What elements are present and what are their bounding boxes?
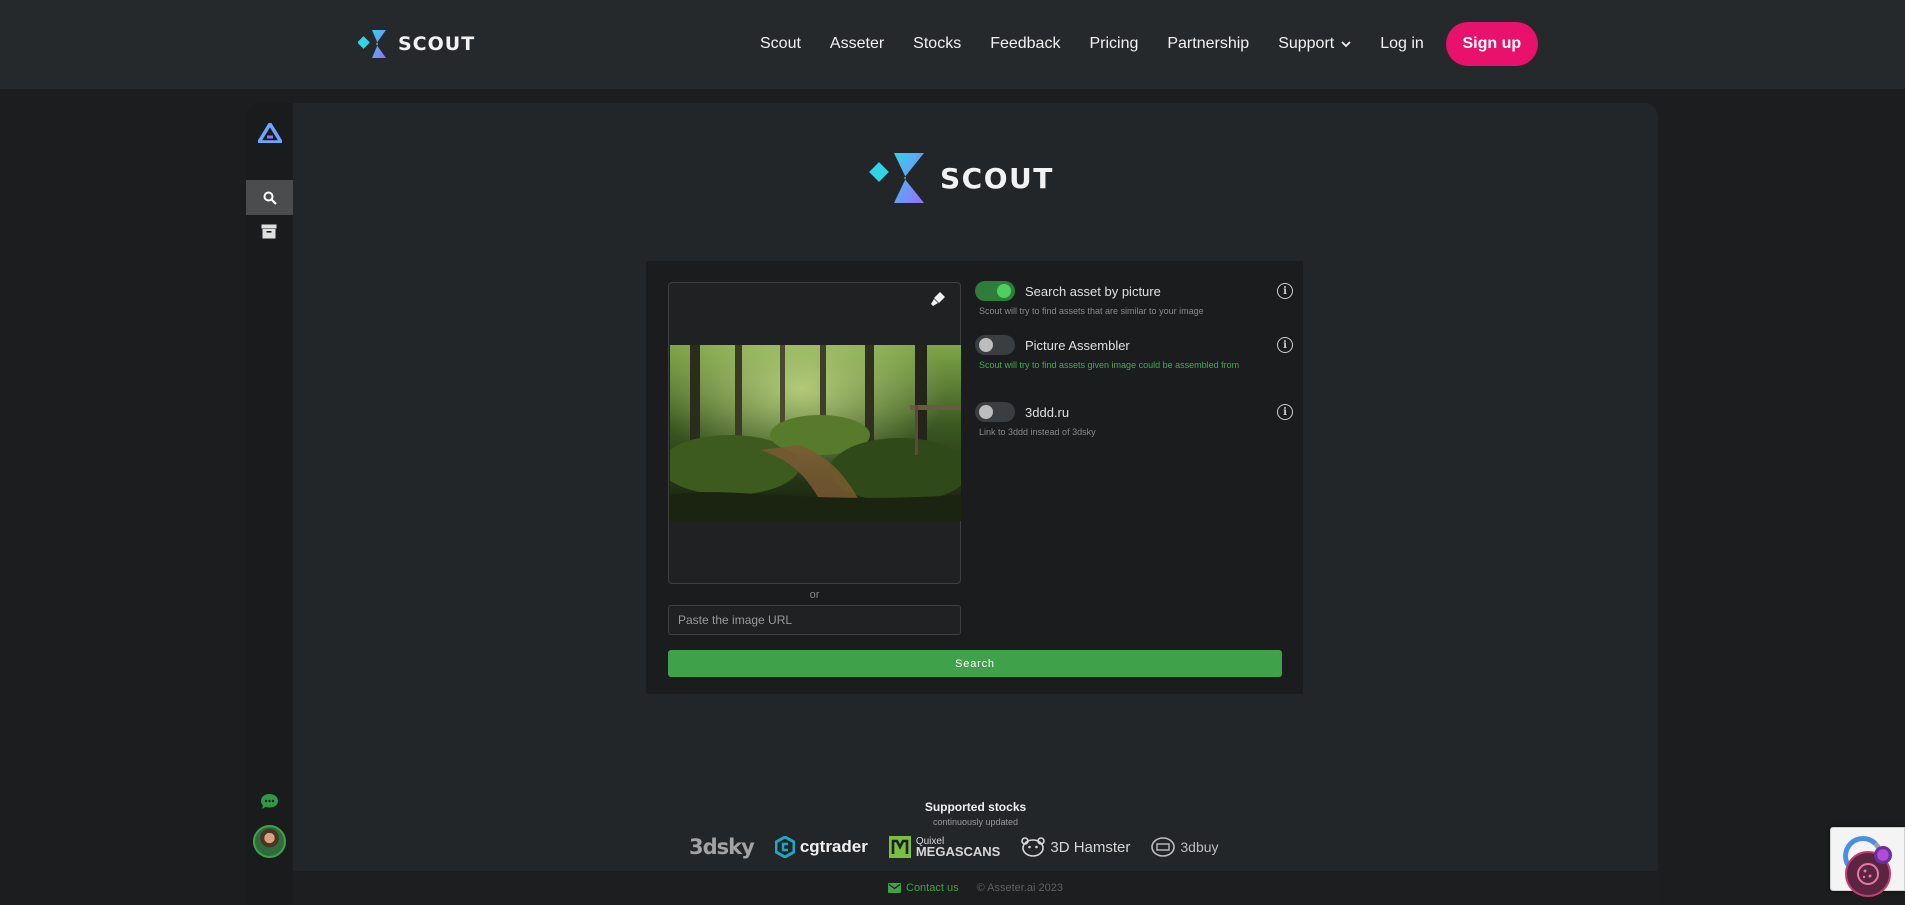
hero-brand-name: SCOUT: [940, 161, 1054, 195]
main-nav: Scout Asseter Stocks Feedback Pricing Pa…: [760, 22, 1538, 66]
sidebar-item-chat[interactable]: [260, 793, 279, 815]
app-frame: SCOUT or Paste the image URL Search Sear…: [246, 103, 1658, 905]
nav-support[interactable]: Support: [1278, 35, 1351, 53]
sidebar-item-search[interactable]: [246, 180, 293, 215]
sidebar: [246, 103, 293, 905]
search-card: or Search Search asset by picture Scout …: [646, 261, 1303, 694]
signup-button[interactable]: Sign up: [1445, 22, 1538, 66]
nav-feedback[interactable]: Feedback: [990, 35, 1060, 53]
stock-name: 3D Hamster: [1050, 838, 1131, 856]
info-icon[interactable]: i: [1277, 404, 1293, 420]
search-button[interactable]: Search: [668, 650, 1282, 677]
3dbuy-icon: [1151, 837, 1176, 857]
contact-label: Contact us: [906, 882, 959, 894]
contact-link[interactable]: Contact us: [888, 882, 959, 894]
nav-login[interactable]: Log in: [1380, 35, 1424, 53]
footer: Contact us © Asseter.ai 2023: [293, 871, 1658, 905]
nav-pricing[interactable]: Pricing: [1089, 35, 1138, 53]
brain-icon: [1874, 846, 1892, 864]
stock-name: 3dsky: [689, 835, 755, 859]
supported-title: Supported stocks: [924, 800, 1027, 814]
brush-icon: [931, 292, 945, 306]
search-icon: [263, 191, 277, 205]
stock-name-bottom: MEGASCANS: [915, 844, 1001, 859]
option-description: Link to 3ddd instead of 3dsky: [979, 427, 1096, 437]
main-content: SCOUT or Paste the image URL Search Sear…: [293, 103, 1658, 905]
info-icon[interactable]: i: [1277, 337, 1293, 353]
scout-logo-icon: [358, 30, 386, 58]
scout-logo-icon: [869, 153, 924, 203]
nav-support-label: Support: [1278, 35, 1335, 52]
nav-partnership[interactable]: Partnership: [1167, 35, 1249, 53]
clear-image-button[interactable]: [930, 291, 946, 312]
cgtrader-icon: [774, 836, 795, 858]
toggle-picture-assembler[interactable]: [975, 335, 1015, 355]
hero-logo: SCOUT: [868, 149, 1054, 207]
megascans-icon: [888, 836, 911, 858]
nav-asseter[interactable]: Asseter: [830, 35, 884, 53]
brand-logo[interactable]: SCOUT: [358, 28, 475, 60]
or-divider: or: [809, 589, 820, 601]
chat-icon: [261, 794, 278, 809]
stock-megascans[interactable]: Quixel MEGASCANS: [888, 836, 1001, 859]
option-description: Scout will try to find assets given imag…: [979, 360, 1240, 370]
mail-icon: [888, 883, 901, 893]
option-description: Scout will try to find assets that are s…: [979, 306, 1204, 316]
toggle-3ddd[interactable]: [975, 402, 1015, 422]
stock-logos: 3dsky cgtrader Quixel MEGASCANS 3D Hamst…: [689, 835, 1219, 859]
stock-name: 3dbuy: [1180, 839, 1219, 855]
stock-3dsky[interactable]: 3dsky: [689, 835, 755, 859]
supported-stocks: Supported stocks continuously updated: [293, 800, 1658, 827]
stock-name: cgtrader: [799, 837, 868, 856]
stock-cgtrader[interactable]: cgtrader: [774, 836, 868, 858]
nav-stocks[interactable]: Stocks: [913, 35, 961, 53]
supported-subtitle: continuously updated: [932, 817, 1019, 827]
image-url-input[interactable]: [668, 605, 961, 635]
option-label: 3ddd.ru: [1025, 405, 1070, 420]
copyright: © Asseter.ai 2023: [976, 882, 1063, 894]
asseter-logo-icon: [255, 120, 285, 144]
sidebar-item-home[interactable]: [255, 120, 285, 148]
option-label: Picture Assembler: [1025, 338, 1130, 353]
option-label: Search asset by picture: [1025, 284, 1161, 299]
cookie-icon: [1857, 863, 1879, 885]
toggle-search-by-picture[interactable]: [975, 281, 1015, 301]
uploaded-image: [670, 345, 961, 521]
sidebar-item-archive[interactable]: [261, 224, 277, 244]
chevron-down-icon: [1341, 40, 1351, 47]
info-icon[interactable]: i: [1277, 283, 1293, 299]
stock-3dbuy[interactable]: 3dbuy: [1151, 837, 1219, 857]
avatar[interactable]: [253, 825, 286, 858]
nav-scout[interactable]: Scout: [760, 35, 801, 53]
top-navbar: SCOUT Scout Asseter Stocks Feedback Pric…: [0, 0, 1905, 89]
hamster-icon: [1021, 837, 1046, 857]
brand-name: SCOUT: [398, 33, 476, 55]
archive-icon: [261, 224, 277, 239]
image-dropzone[interactable]: [668, 282, 961, 584]
stock-3dhamster[interactable]: 3D Hamster: [1021, 837, 1130, 857]
